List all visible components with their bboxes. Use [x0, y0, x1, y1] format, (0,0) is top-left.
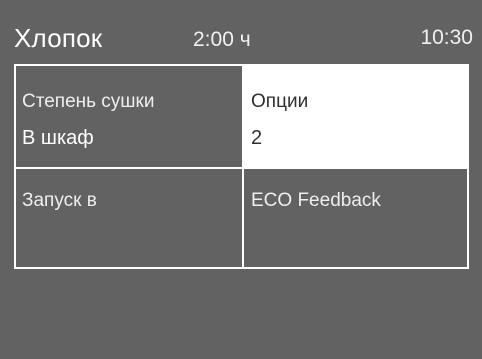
options-value: 2 — [251, 127, 263, 149]
program-name: Хлопок — [14, 23, 103, 53]
drying-level-label: Степень сушки — [22, 91, 155, 112]
drying-level-value: В шкаф — [22, 127, 94, 149]
eco-feedback-label: ECO Feedback — [251, 190, 381, 211]
current-time: 10:30 — [420, 26, 473, 49]
settings-tile-grid: Степень сушки В шкаф Опции 2 Запуск в EC… — [14, 64, 469, 269]
status-bar: Хлопок 2:00 ч 10:30 — [0, 0, 482, 64]
options-label: Опции — [251, 91, 309, 112]
program-duration: 2:00 ч — [193, 28, 251, 51]
appliance-display: Хлопок 2:00 ч 10:30 Степень сушки В шкаф… — [0, 0, 482, 359]
delay-start-label: Запуск в — [22, 190, 97, 211]
options-tile[interactable]: Опции 2 — [242, 66, 467, 167]
eco-feedback-tile[interactable]: ECO Feedback — [242, 167, 467, 267]
drying-level-tile[interactable]: Степень сушки В шкаф — [16, 66, 242, 167]
delay-start-tile[interactable]: Запуск в — [16, 167, 242, 267]
